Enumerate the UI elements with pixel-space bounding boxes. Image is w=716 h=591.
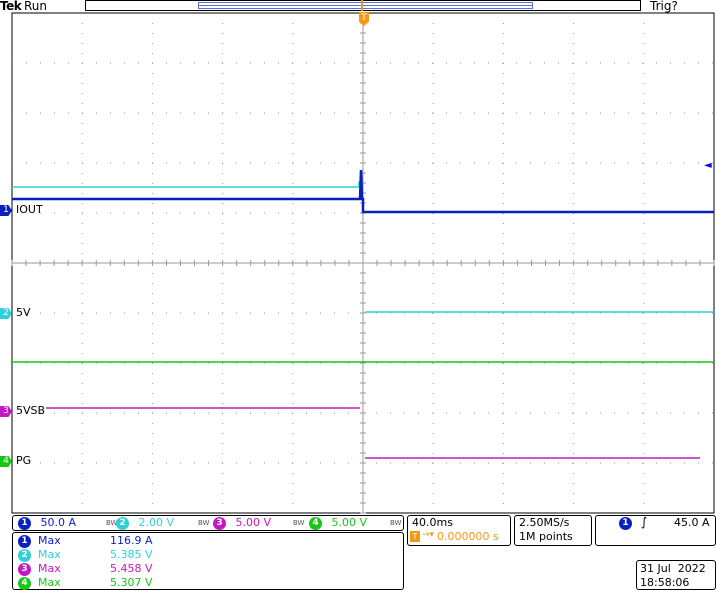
measurement-name: Max <box>38 548 61 561</box>
ch4-label: PG <box>16 454 32 467</box>
measurement-ch3-badge: 3 <box>18 562 31 576</box>
ch1-label: IOUT <box>16 203 43 216</box>
measurement-ch4-badge: 4 <box>18 576 31 590</box>
measurement-name: Max <box>38 562 61 575</box>
measurement-value: 5.385 V <box>110 548 153 561</box>
ch4-bandwidth-limit-icon: BW <box>390 519 402 527</box>
measurement-row[interactable]: 4 Max 5.307 V <box>18 576 153 590</box>
measurement-row[interactable]: 1 Max 116.9 A <box>18 534 153 548</box>
measurement-name: Max <box>38 576 61 589</box>
trigger-slope-rising-icon: ∫ <box>641 515 648 529</box>
trigger-offset-icon: T <box>410 531 420 542</box>
sample-rate: 2.50MS/s <box>519 516 570 529</box>
ch3-scale-value: 5.00 V <box>235 516 272 529</box>
ch1-scale-value: 50.0 A <box>40 516 77 529</box>
ch1-badge: 1 <box>18 516 31 530</box>
trigger-source-badge: 1 <box>619 517 632 530</box>
ch3-scale[interactable]: 3 5.00 V <box>213 516 271 530</box>
measurement-value: 5.307 V <box>110 576 153 589</box>
ch2-badge: 2 <box>116 516 129 530</box>
trigger-offset-arrow-icon: →▾ <box>422 530 435 540</box>
ch4-badge: 4 <box>309 516 322 530</box>
measurement-name: Max <box>38 534 61 547</box>
measurement-row[interactable]: 3 Max 5.458 V <box>18 562 153 576</box>
trigger-level-value: 45.0 A <box>674 516 710 529</box>
ch2-bandwidth-limit-icon: BW <box>198 519 210 527</box>
record-length: 1M points <box>519 530 573 543</box>
time: 18:58:06 <box>640 576 690 589</box>
measurement-ch1-badge: 1 <box>18 534 31 548</box>
ch4-scale[interactable]: 4 5.00 V <box>309 516 367 530</box>
waveform-display[interactable] <box>0 0 716 591</box>
measurement-ch2-badge: 2 <box>18 548 31 562</box>
trigger-offset-value: 0.000000 s <box>437 530 499 543</box>
trigger-level-arrow-icon[interactable]: ◄ <box>704 160 712 171</box>
measurement-row[interactable]: 2 Max 5.385 V <box>18 548 153 562</box>
ch4-scale-value: 5.00 V <box>331 516 368 529</box>
ch3-label: 5VSB <box>16 404 46 417</box>
time-per-division: 40.0ms <box>412 516 453 529</box>
date: 31 Jul 2022 <box>640 562 706 575</box>
ch1-scale[interactable]: 1 50.0 A <box>18 516 76 530</box>
ch2-scale-value: 2.00 V <box>138 516 175 529</box>
ch2-label: 5V <box>16 306 31 319</box>
ch3-bandwidth-limit-icon: BW <box>293 519 305 527</box>
ch2-scale[interactable]: 2 2.00 V <box>116 516 174 530</box>
ch3-badge: 3 <box>213 516 226 530</box>
measurement-value: 116.9 A <box>110 534 153 547</box>
measurement-value: 5.458 V <box>110 562 153 575</box>
measurements-panel <box>12 532 404 590</box>
